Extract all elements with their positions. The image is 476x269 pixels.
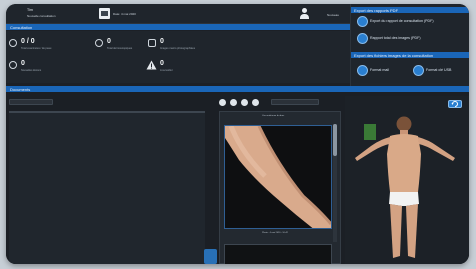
export-images-report-button[interactable]: Rapport total des images (PDF) <box>357 33 467 45</box>
export-consultation-report-label: Export du rapport de consultation (PDF) <box>370 19 434 23</box>
gallery-image-card-next[interactable] <box>224 244 332 264</box>
export-usb-label: Format clé USB <box>426 68 452 72</box>
consultation-date: Date: 4 mai 2020 <box>113 12 136 16</box>
gallery-scrollbar-thumb[interactable] <box>333 124 337 156</box>
pdf-export-header: Export des rapports PDF <box>351 7 469 13</box>
patient-sub: Nouvelle consultation <box>27 14 56 18</box>
mail-icon <box>357 65 368 76</box>
lesion-icon <box>9 61 17 69</box>
stat-new-lesions-value: 0 <box>21 60 25 67</box>
search-icon <box>95 39 103 47</box>
export-consultation-report-button[interactable]: Export du rapport de consultation (PDF) <box>357 16 467 28</box>
images-export-title: Export des fichiers images de la consult… <box>354 52 434 58</box>
consultation-section-title: Consultation <box>10 24 33 30</box>
gallery-image-card[interactable] <box>224 125 332 229</box>
stat-watch-label: A surveiller <box>160 69 173 72</box>
pdf-icon <box>357 16 368 27</box>
stat-dermoscopic-label: Total dermoscopiques <box>107 47 133 50</box>
lesion-icon <box>9 39 17 47</box>
image-search-field[interactable] <box>9 99 53 115</box>
stat-examined-label: Total examinées / de peau <box>21 47 52 50</box>
arm-photo <box>225 126 331 228</box>
add-image-button[interactable] <box>219 99 226 106</box>
usb-icon <box>413 65 424 76</box>
documents-section-header: Documents <box>6 86 469 92</box>
patient-header: Tim Nouvelle consultation Date: 4 mai 20… <box>6 4 350 24</box>
image-caption-top: Vue antérieure du bras <box>262 115 285 117</box>
images-export-header: Export des fichiers images de la consult… <box>351 52 469 58</box>
export-usb-button[interactable]: Format clé USB <box>413 65 468 77</box>
stat-macro-value: 0 <box>160 38 164 45</box>
image-caption-bottom: Photo - 4 mai 2020 - 10:42 <box>262 232 288 234</box>
documents-area: Documents Vue antérieure du bras Photo <box>6 86 469 264</box>
stat-examined-value: 0 / 0 <box>21 38 35 45</box>
drag-handle[interactable] <box>204 249 217 264</box>
app-window: Tim Nouvelle consultation Date: 4 mai 20… <box>6 4 469 264</box>
consultation-section-header: Consultation <box>6 24 350 30</box>
stat-dermoscopic-value: 0 <box>107 38 111 45</box>
stat-new-lesions-label: Nouvelles lésions <box>21 69 42 72</box>
camera-button[interactable] <box>230 99 237 106</box>
gallery-scrollbar[interactable] <box>333 124 337 242</box>
gallery-filter-field[interactable] <box>271 99 319 115</box>
camera-icon <box>148 39 156 47</box>
pdf-export-title: Export des rapports PDF <box>354 7 399 13</box>
export-panel: Export des rapports PDF Export du rappor… <box>350 4 469 86</box>
body-model <box>355 116 455 258</box>
image-list-panel[interactable] <box>9 111 205 264</box>
calendar-icon <box>99 8 110 19</box>
export-mail-button[interactable]: Format mail <box>357 65 407 77</box>
user-icon[interactable] <box>300 8 309 19</box>
patient-name: Tim <box>27 8 33 12</box>
stat-watch-value: 0 <box>160 60 164 67</box>
edit-button[interactable] <box>241 99 248 106</box>
image-gallery: Vue antérieure du bras Photo - 4 mai 202… <box>219 111 341 264</box>
documents-section-title: Documents <box>10 86 31 92</box>
warning-icon <box>146 60 157 70</box>
body-map-viewer[interactable] <box>345 96 469 264</box>
export-mail-label: Format mail <box>370 68 389 72</box>
filter-button[interactable] <box>252 99 259 106</box>
consultation-stats: 0 / 0 Total examinées / de peau 0 Total … <box>6 31 350 83</box>
pdf-icon <box>357 33 368 44</box>
stat-macro-label: Images macro photographiées <box>160 47 196 50</box>
user-label[interactable]: Nouveau <box>327 13 339 17</box>
export-images-report-label: Rapport total des images (PDF) <box>370 36 421 40</box>
